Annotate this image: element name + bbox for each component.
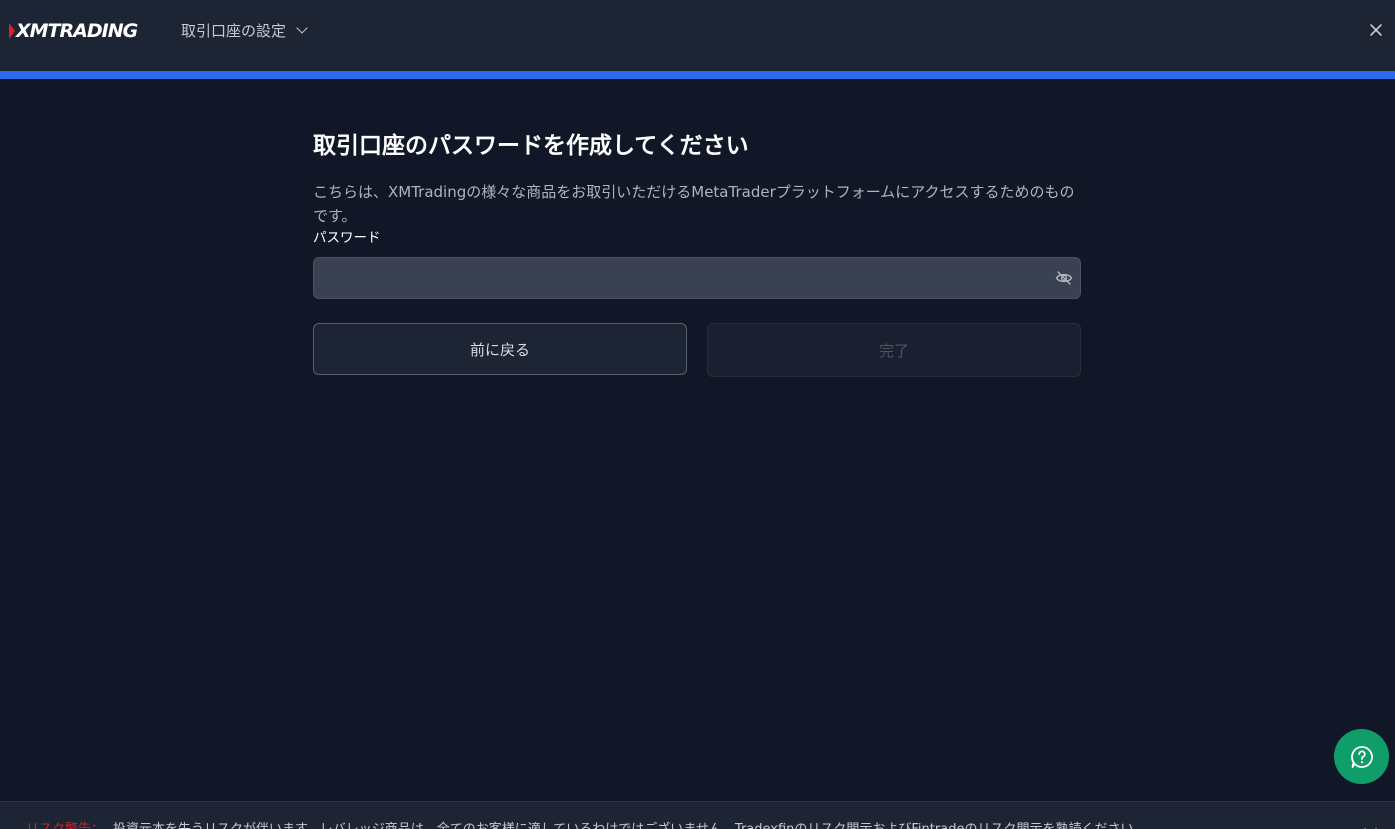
- progress-bar: [0, 71, 1395, 79]
- password-input[interactable]: [313, 257, 1081, 299]
- risk-warning-text: 投資元本を失うリスクが伴います。レバレッジ商品は、全てのお客様に適しているわけで…: [113, 818, 1146, 829]
- account-setup-dropdown[interactable]: 取引口座の設定: [181, 20, 308, 41]
- logo-text: XMTRADING: [16, 20, 138, 42]
- done-button[interactable]: 完了: [707, 323, 1081, 377]
- button-row: 前に戻る 完了: [313, 323, 1081, 377]
- password-field-wrapper: [313, 257, 1081, 299]
- xm-logo[interactable]: XMTRADING: [9, 19, 138, 43]
- password-label: パスワード: [313, 230, 381, 246]
- help-button[interactable]: [1334, 729, 1389, 784]
- progress-fill: [0, 71, 1395, 79]
- close-button[interactable]: [1367, 21, 1385, 39]
- risk-warning-bar: リスク警告： 投資元本を失うリスクが伴います。レバレッジ商品は、全てのお客様に適…: [0, 801, 1395, 829]
- close-icon: [1370, 24, 1382, 36]
- page-title: 取引口座のパスワードを作成してください: [313, 133, 749, 159]
- help-question-icon: [1350, 745, 1373, 768]
- xm-logo-icon: [9, 23, 15, 39]
- menu-title-label: 取引口座の設定: [181, 22, 287, 40]
- password-form: 取引口座のパスワードを作成してください こちらは、XMTradingの様々な商品…: [313, 130, 1081, 377]
- back-button[interactable]: 前に戻る: [313, 323, 687, 375]
- top-bar: XMTRADING 取引口座の設定: [0, 0, 1395, 71]
- toggle-password-visibility-button[interactable]: [1054, 268, 1074, 288]
- page-description: こちらは、XMTradingの様々な商品をお取引いただけるMetaTraderプ…: [313, 183, 1075, 225]
- eye-off-icon: [1055, 271, 1073, 285]
- chevron-down-icon: [296, 22, 308, 34]
- risk-warning-label: リスク警告：: [26, 818, 104, 829]
